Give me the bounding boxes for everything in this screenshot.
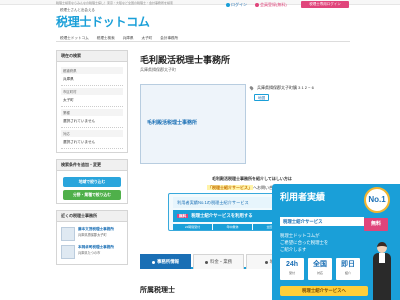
condition-label: 業種 bbox=[61, 109, 123, 116]
site-logo[interactable]: 税理士さんと出会える 税理士ドットコム bbox=[56, 7, 150, 29]
breadcrumb-item[interactable]: 太子町 bbox=[138, 34, 157, 41]
login-icon bbox=[226, 3, 230, 7]
condition-label: 市区町村 bbox=[61, 88, 123, 95]
office-location: 兵庫県揖保郡太子町 bbox=[140, 67, 176, 72]
tax-accountant-login-button[interactable]: 税理士専用ログイン bbox=[301, 1, 349, 8]
ad-stat: 全国 対応 bbox=[308, 258, 332, 280]
sidebar: 現在の検索 都道府県 兵庫県 市区町村 太子町 業種 選択されていません 対応 … bbox=[56, 50, 128, 265]
ad-text-line: 税理士ドットコムが bbox=[280, 233, 320, 238]
service-feature: 24時間受付 bbox=[173, 224, 212, 230]
use-referral-service-label: 税理士紹介サービスを利用する bbox=[191, 213, 253, 218]
login-link[interactable]: ログイン bbox=[226, 2, 247, 8]
ad-stat-label: 受付 bbox=[288, 271, 295, 275]
free-badge: 無料 bbox=[177, 214, 189, 218]
ad-stat-value: 24h bbox=[285, 261, 299, 268]
ad-description: 税理士ドットコムが ご希望に合った税理士を ご紹介します bbox=[280, 232, 328, 253]
breadcrumb-item[interactable]: 兵庫県 bbox=[119, 34, 138, 41]
ad-stat: 24h 受付 bbox=[280, 258, 304, 280]
ad-free-badge: 無料 bbox=[364, 218, 388, 231]
referral-intro-line1: 毛利殿活税理士事務所を紹介してほしい方は bbox=[212, 176, 292, 181]
ad-stat-label: 対応 bbox=[316, 271, 323, 275]
no1-medal-icon: No.1 bbox=[364, 187, 390, 213]
nearby-offices-title: 近くの税理士事務所 bbox=[56, 210, 128, 222]
office-title: 毛利殿活税理士事務所 bbox=[140, 55, 231, 65]
ad-stat-value: 即日 bbox=[341, 261, 355, 268]
office-info-icon bbox=[152, 260, 156, 264]
map-pin-icon bbox=[249, 85, 254, 91]
tab-office-info[interactable]: 事務所情報 bbox=[140, 254, 191, 269]
affiliated-accountants-heading: 所属税理士 bbox=[140, 287, 175, 294]
nearby-office-address: 兵庫県たつの市 bbox=[78, 251, 101, 255]
login-label: ログイン bbox=[231, 2, 247, 7]
tab-label: 事務所情報 bbox=[157, 259, 179, 264]
office-photo-caption: 毛利殿活税理士事務所 bbox=[147, 120, 198, 126]
ad-cta-button[interactable]: 税理士紹介サービスへ bbox=[280, 286, 368, 296]
breadcrumb: 税理士ドットコム 税理士検索 兵庫県 太子町 会計事務所 bbox=[56, 34, 350, 42]
office-photo: 毛利殿活税理士事務所 bbox=[140, 84, 246, 164]
search-change-title: 検索条件を追加・変更 bbox=[56, 159, 128, 171]
referral-service-ad[interactable]: 利用者実績 No.1 税理士紹介サービス 無料 税理士ドットコムが ご希望に合っ… bbox=[272, 184, 400, 300]
current-conditions-panel: 都道府県 兵庫県 市区町村 太子町 業種 選択されていません 対応 選択されてい… bbox=[56, 62, 128, 153]
ad-stat: 即日 紹介 bbox=[336, 258, 360, 280]
ad-stat-value: 全国 bbox=[313, 261, 327, 268]
office-address-row: 兵庫県揖保郡太子町鵤 3 1 2 − 6 bbox=[249, 85, 314, 91]
map-icon bbox=[264, 260, 268, 264]
register-icon bbox=[255, 3, 259, 7]
map-link[interactable]: 地図 bbox=[254, 94, 270, 101]
nearby-offices-panel: 藤本文茂税理士事務所 兵庫県揖保郡太子町 本岡卓司税理士事務所 兵庫県たつの市 bbox=[56, 222, 128, 265]
tab-fees[interactable]: 料金・業務 bbox=[193, 254, 244, 269]
search-change-panel: 地域で絞り込む 分野・業種で絞り込む bbox=[56, 171, 128, 204]
site-description: 税理士検索ならみんなの税理士探し！東京・大阪など全国の税理士・会計事務所を検索 bbox=[56, 1, 174, 5]
fees-icon bbox=[205, 260, 209, 264]
office-thumbnail bbox=[61, 227, 75, 241]
referral-service-highlight: 「税理士紹介サービス」 bbox=[207, 185, 253, 190]
tab-label: 料金・業務 bbox=[210, 259, 232, 264]
ad-subtitle: 税理士紹介サービス bbox=[280, 217, 364, 226]
office-thumbnail bbox=[61, 245, 75, 259]
ad-title: 利用者実績 bbox=[280, 192, 326, 202]
ad-text-line: ご希望に合った税理士を bbox=[280, 240, 329, 245]
ad-stat-label: 紹介 bbox=[344, 271, 351, 275]
condition-value: 兵庫県 bbox=[61, 74, 123, 86]
ad-text-line: ご紹介します bbox=[280, 247, 307, 252]
breadcrumb-item[interactable]: 税理士ドットコム bbox=[56, 34, 93, 41]
service-feature: 年中無休 bbox=[213, 224, 252, 230]
condition-label: 対応 bbox=[61, 130, 123, 137]
breadcrumb-item[interactable]: 税理士検索 bbox=[93, 34, 119, 41]
breadcrumb-item: 会計事務所 bbox=[160, 36, 179, 40]
condition-value: 選択されていません bbox=[61, 137, 123, 149]
nearby-office-address: 兵庫県揖保郡太子町 bbox=[78, 233, 107, 237]
operator-illustration bbox=[372, 242, 392, 300]
register-link[interactable]: 会員登録(無料) bbox=[255, 2, 287, 8]
nearby-office-card[interactable]: 藤本文茂税理士事務所 兵庫県揖保郡太子町 bbox=[61, 225, 123, 243]
register-label: 会員登録(無料) bbox=[260, 2, 287, 7]
office-address: 兵庫県揖保郡太子町鵤 3 1 2 − 6 bbox=[257, 85, 314, 90]
nearby-office-card[interactable]: 本岡卓司税理士事務所 兵庫県たつの市 bbox=[61, 243, 123, 261]
condition-value: 選択されていません bbox=[61, 116, 123, 128]
condition-value: 太子町 bbox=[61, 95, 123, 107]
area-filter-button[interactable]: 地域で絞り込む bbox=[63, 177, 121, 187]
category-filter-button[interactable]: 分野・業種で絞り込む bbox=[63, 190, 121, 200]
current-conditions-title: 現在の検索 bbox=[56, 50, 128, 62]
condition-label: 都道府県 bbox=[61, 67, 123, 74]
logo-brand: 税理士ドットコム bbox=[56, 15, 150, 29]
